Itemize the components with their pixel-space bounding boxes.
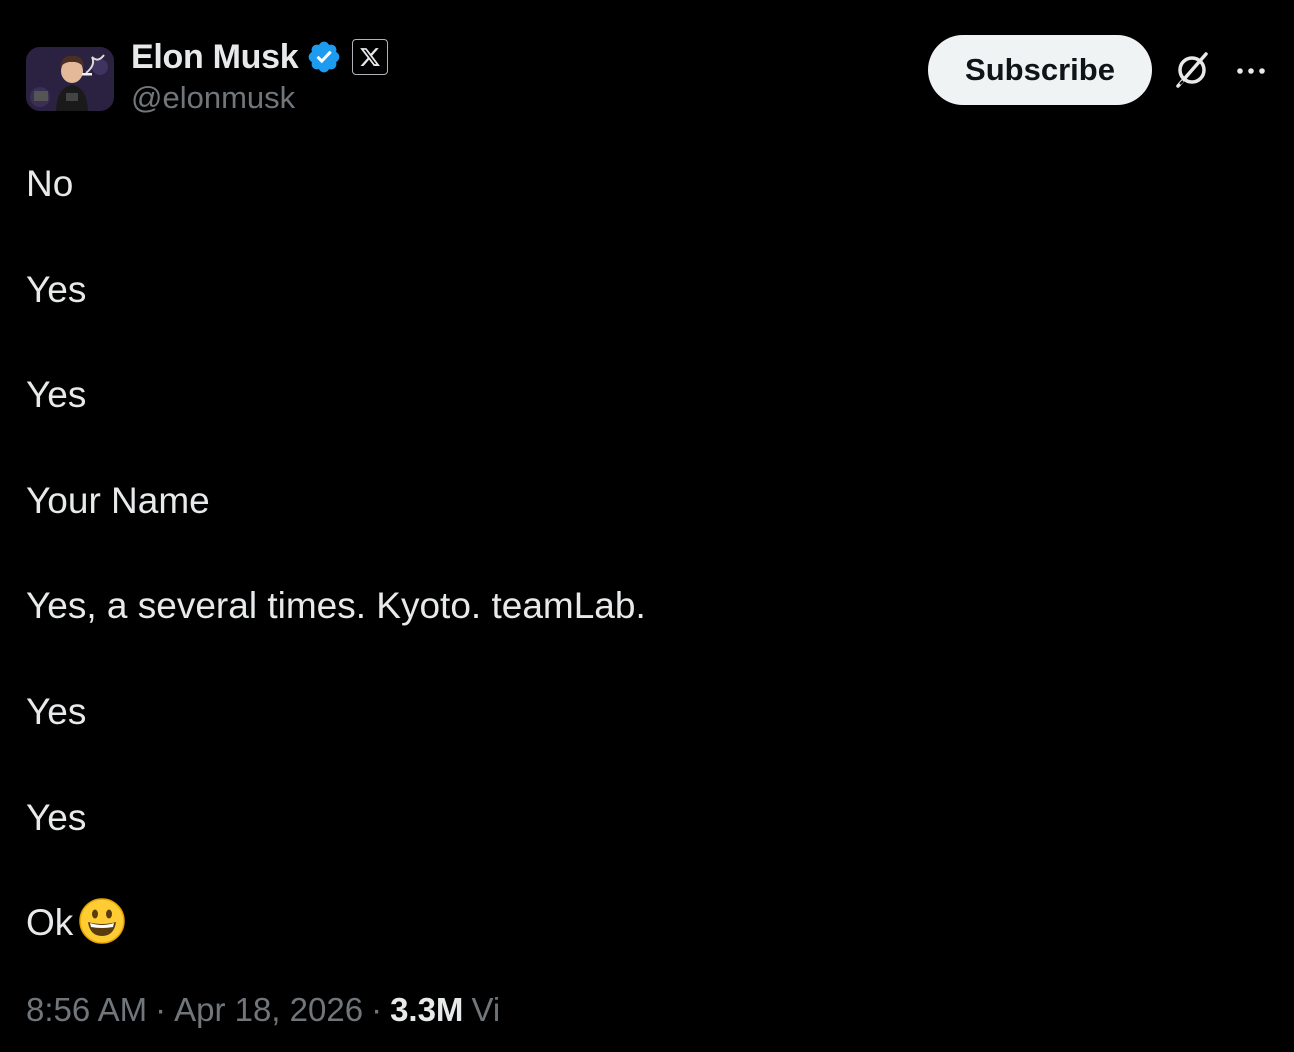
grok-icon: [1176, 52, 1208, 88]
subscribe-button[interactable]: Subscribe: [928, 35, 1152, 105]
tweet-line-text: Ok: [26, 902, 74, 944]
x-logo-icon: [360, 48, 381, 66]
fade-overlay: [495, 986, 815, 1040]
verified-badge-icon: [308, 41, 340, 73]
tweet-line: Yes: [26, 268, 87, 310]
tweet-text: No Yes Yes Your Name Yes, a several time…: [26, 154, 1266, 953]
views-count[interactable]: 3.3M: [390, 991, 463, 1029]
tweet-date[interactable]: Apr 18, 2026: [174, 991, 363, 1029]
avatar-image-icon: [26, 47, 114, 111]
meta-separator: ·: [155, 991, 167, 1028]
tweet-line: Yes, a several times. Kyoto. teamLab.: [26, 585, 646, 627]
author-name-row: Elon Musk: [131, 36, 389, 78]
meta-separator: ·: [371, 991, 383, 1028]
author-display-name[interactable]: Elon Musk: [131, 38, 299, 77]
author-avatar[interactable]: [26, 47, 114, 111]
tweet-line: Yes: [26, 690, 87, 732]
grinning-face-emoji-icon: [79, 898, 126, 945]
author-handle[interactable]: @elonmusk: [131, 80, 295, 116]
tweet-line: Yes: [26, 796, 87, 838]
tweet-line: Yes: [26, 374, 87, 416]
tweet-line: No: [26, 163, 74, 204]
tweet-line-last: Ok: [26, 893, 1266, 953]
tweet-line: Your Name: [26, 479, 210, 521]
tweet-time[interactable]: 8:56 AM: [26, 991, 147, 1029]
affiliate-badge[interactable]: [352, 39, 389, 75]
tweet-meta: 8:56 AM · Apr 18, 2026 · 3.3M Vi: [26, 986, 500, 1034]
more-options-button[interactable]: [1230, 50, 1272, 92]
tweet-header: Elon Musk @elonmusk Subscribe: [0, 0, 1294, 130]
more-horizontal-icon: [1237, 68, 1265, 74]
grok-button[interactable]: [1170, 48, 1214, 92]
